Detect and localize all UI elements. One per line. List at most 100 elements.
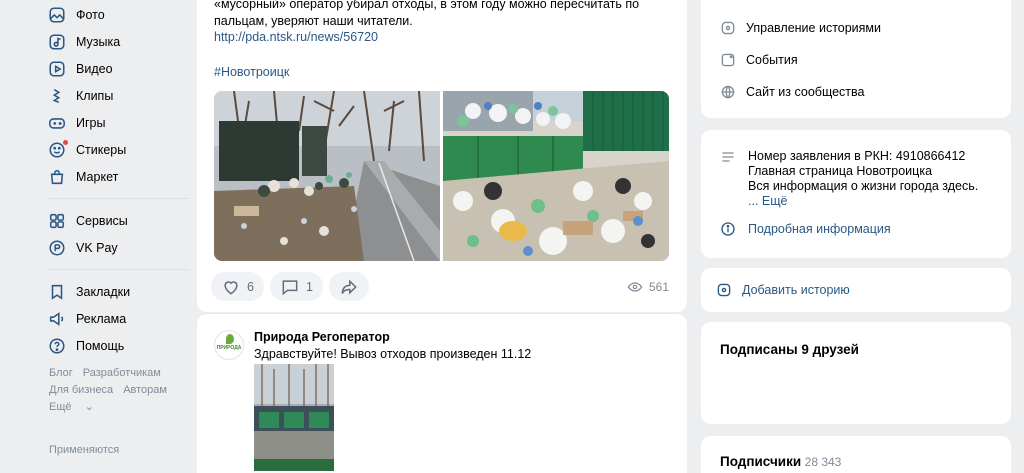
menu-item-events[interactable]: События [701, 44, 1011, 76]
nav-label: Стикеры [76, 142, 127, 157]
nav-item-stickers[interactable]: Стикеры [40, 136, 190, 163]
followers-count: 28 343 [804, 455, 842, 469]
bookmarks-icon [48, 283, 66, 301]
ads-icon [48, 310, 66, 328]
share-button[interactable] [328, 272, 369, 301]
footer-link-developers[interactable]: Разработчикам [83, 367, 161, 379]
nav-item-ads[interactable]: Реклама [40, 305, 190, 332]
add-story-label: Добавить историю [742, 283, 850, 297]
post-text: Здравствуйте! Вывоз отходов произведен 1… [254, 347, 532, 361]
footer-more-label: Ещё [49, 401, 72, 413]
details-link: Подробная информация [748, 222, 891, 236]
views-count: 561 [648, 280, 669, 294]
followers-header[interactable]: Подписчики 28 343 [720, 454, 841, 469]
nav-label: VK Pay [76, 240, 118, 255]
nav-label: Фото [76, 7, 105, 22]
friends-card: Подписаны 9 друзей [701, 322, 1011, 424]
nav-item-video[interactable]: Видео [40, 55, 190, 82]
nav-label: Игры [76, 115, 106, 130]
description-line: Номер заявления в РКН: 4910866412 [748, 149, 966, 163]
avatar[interactable]: ПРИРОДА [214, 330, 244, 360]
footer-link-business[interactable]: Для бизнеса [49, 384, 113, 396]
like-button[interactable]: 6 [211, 272, 264, 301]
post-photo-1[interactable] [214, 91, 440, 261]
add-story-button[interactable]: Добавить историю [701, 268, 1011, 312]
details-row[interactable]: Подробная информация [701, 221, 1011, 237]
friends-title[interactable]: Подписаны 9 друзей [720, 342, 859, 357]
menu-item-label: События [746, 53, 798, 67]
eye-icon [627, 282, 643, 292]
description-line: Главная страница Новотроицка [748, 164, 933, 178]
menu-item-website[interactable]: Сайт из сообщества [701, 76, 1011, 108]
community-menu-card: Управление историями События Сайт из соо… [701, 0, 1011, 118]
nav-label: Маркет [76, 169, 119, 184]
post-photo[interactable] [254, 364, 334, 471]
share-icon [341, 278, 357, 295]
avatar-text: ПРИРОДА [216, 345, 242, 351]
post-hashtag[interactable]: #Новотроицк [214, 65, 289, 79]
nav-divider [48, 198, 190, 199]
community-description: Номер заявления в РКН: 4910866412 Главна… [748, 149, 978, 209]
market-icon [48, 168, 66, 186]
nav-item-clips[interactable]: Клипы [40, 82, 190, 109]
add-story-card[interactable]: Добавить историю [701, 268, 1011, 312]
post-photo-2[interactable] [443, 91, 669, 261]
nav-item-help[interactable]: Помощь [40, 332, 190, 359]
help-icon [48, 337, 66, 355]
info-icon [721, 222, 735, 236]
comment-count: 1 [305, 279, 313, 294]
notification-dot [63, 139, 68, 145]
community-info-card: Номер заявления в РКН: 4910866412 Главна… [701, 130, 1011, 258]
video-icon [48, 60, 66, 78]
footer-link-authors[interactable]: Авторам [123, 384, 167, 396]
footer-links: Блог Разработчикам Для бизнеса Авторам Ещё… [49, 365, 190, 416]
followers-card: Подписчики 28 343 [701, 436, 1011, 473]
nav-label: Клипы [76, 88, 114, 103]
description-icon [722, 152, 734, 162]
nav-label: Помощь [76, 338, 125, 353]
followers-title: Подписчики [720, 454, 802, 469]
nav-label: Реклама [76, 311, 127, 326]
left-navigation: Фото Музыка Видео Клипы Игры Стикеры Мар… [40, 0, 190, 456]
nav-divider [48, 269, 190, 270]
nav-label: Закладки [76, 284, 131, 299]
events-icon [721, 53, 735, 67]
nav-label: Видео [76, 61, 113, 76]
nav-label: Музыка [76, 34, 121, 49]
applied-text: Применяются [49, 444, 120, 456]
nav-label: Сервисы [76, 213, 128, 228]
vkpay-icon [48, 239, 66, 257]
stickers-icon [48, 139, 68, 159]
footer-link-more[interactable]: Ещё ⌄ [49, 401, 104, 413]
description-line: Вся информация о жизни города здесь. [748, 179, 979, 193]
post-author[interactable]: Природа Регоператор [254, 330, 390, 344]
menu-item-manage-stories[interactable]: Управление историями [701, 12, 1011, 44]
nav-item-bookmarks[interactable]: Закладки [40, 278, 190, 305]
views-counter: 561 [627, 279, 669, 295]
photo-icon [48, 6, 66, 24]
stories-manage-icon [721, 21, 735, 35]
description-row: Номер заявления в РКН: 4910866412 Главна… [701, 149, 1011, 209]
services-icon [48, 212, 66, 230]
nav-item-games[interactable]: Игры [40, 109, 190, 136]
show-more-link[interactable]: ... Ещё [748, 194, 978, 209]
menu-item-label: Сайт из сообщества [746, 85, 865, 99]
nav-item-services[interactable]: Сервисы [40, 207, 190, 234]
website-icon [721, 85, 735, 99]
post-card: «мусорный» оператор убирал отходы, в это… [197, 0, 687, 312]
nav-item-market[interactable]: Маркет [40, 163, 190, 190]
comment-button[interactable]: 1 [269, 272, 323, 301]
clips-icon [48, 87, 66, 105]
music-icon [48, 33, 66, 51]
feed: «мусорный» оператор убирал отходы, в это… [197, 0, 687, 473]
comment-icon [282, 279, 298, 295]
post-link[interactable]: http://pda.ntsk.ru/news/56720 [214, 30, 378, 44]
post-text: «мусорный» оператор убирал отходы, в это… [214, 0, 640, 28]
nav-item-vkpay[interactable]: VK Pay [40, 234, 190, 261]
post-actions: 6 1 [211, 272, 369, 301]
leaf-icon [226, 334, 234, 344]
footer-link-blog[interactable]: Блог [49, 367, 73, 379]
nav-item-music[interactable]: Музыка [40, 28, 190, 55]
heart-icon [224, 280, 238, 295]
nav-item-photos[interactable]: Фото [40, 1, 190, 28]
